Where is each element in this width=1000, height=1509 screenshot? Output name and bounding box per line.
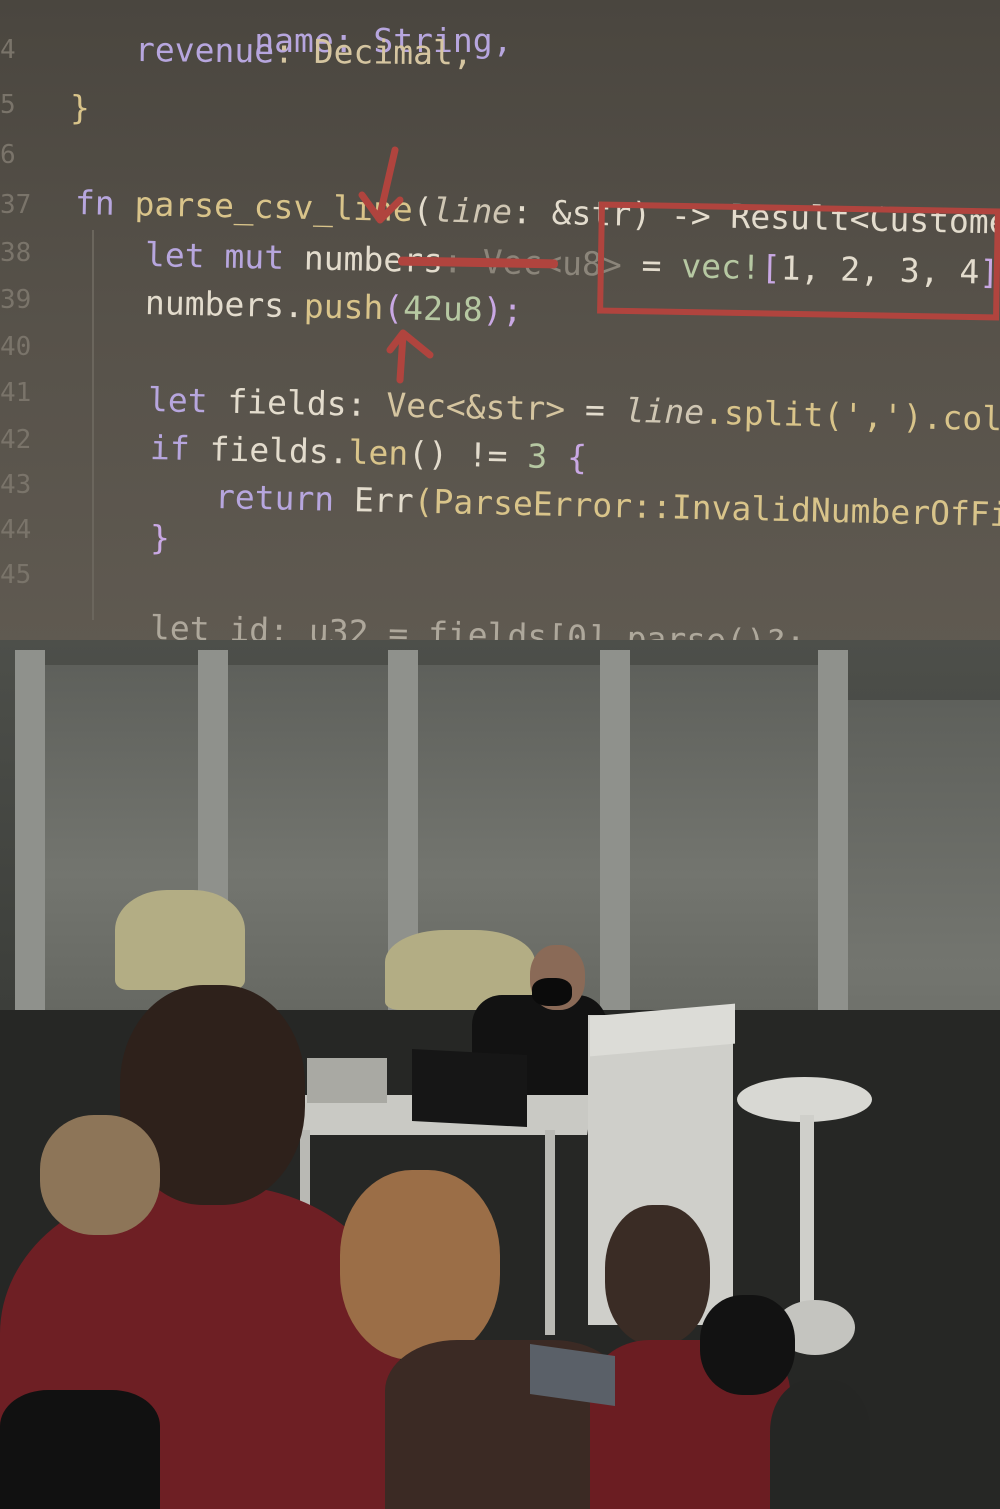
code-token: revenue	[134, 30, 275, 71]
code-token: {	[546, 437, 588, 477]
code-token: if	[149, 428, 191, 468]
code-token: push	[303, 286, 384, 327]
code-token: line	[624, 390, 705, 432]
face-mask	[532, 978, 572, 1006]
audience-member-hair	[700, 1295, 795, 1395]
line-number: 44	[0, 515, 32, 545]
code-token: fields.	[189, 428, 350, 472]
code-token: () !=	[407, 433, 528, 476]
down-arrow-annotation	[358, 146, 404, 224]
audience-jacket	[0, 1390, 160, 1509]
code-line-if: if fields.len() != 3 {	[150, 428, 588, 477]
code-token: }	[150, 518, 170, 557]
code-line-close-struct: }	[70, 88, 90, 127]
line-number: 5	[0, 90, 16, 120]
up-arrow-annotation	[386, 329, 434, 384]
line-number: 43	[0, 470, 32, 500]
code-line-close-if: }	[150, 518, 170, 557]
code-token: Vec<&str>	[385, 385, 566, 429]
line-number: 41	[0, 378, 32, 408]
code-token: : Decimal,	[273, 31, 473, 73]
code-token: let	[147, 380, 209, 421]
line-number: 6	[0, 140, 16, 170]
laptop	[307, 1058, 387, 1103]
line-number: 38	[0, 238, 32, 268]
code-token: let mut	[144, 235, 285, 277]
highlight-box-annotation	[597, 201, 1000, 321]
code-token: (	[382, 287, 404, 328]
editor-indent-guide	[92, 230, 94, 620]
code-token: (	[413, 481, 434, 521]
code-token: len	[348, 432, 409, 473]
code-token: fields:	[207, 381, 387, 425]
lounge-chair	[115, 890, 245, 990]
audience-member-hair	[605, 1205, 710, 1345]
projection-screen: 4 5 6 37 38 39 40 41 42 43 44 45 name: S…	[0, 0, 1000, 735]
code-token: );	[482, 290, 523, 330]
line-number: 45	[0, 560, 32, 590]
code-line-return: return Err(ParseError::InvalidNumberOfFi…	[215, 477, 1000, 535]
code-token: fn	[74, 183, 116, 223]
code-line-push: numbers.push(42u8);	[145, 283, 523, 330]
window-frame	[600, 650, 630, 1050]
code-token: 3	[526, 436, 548, 477]
line-number: 39	[0, 285, 32, 315]
line-number: 4	[0, 35, 16, 65]
window-frame	[15, 650, 45, 1030]
glass-panel	[225, 665, 390, 1015]
line-number: 37	[0, 190, 32, 220]
code-token: 42u8	[402, 288, 484, 330]
audience-member	[770, 1380, 870, 1509]
code-token: .split(',').collec	[703, 392, 1000, 440]
code-token: line	[432, 190, 513, 232]
line-number: 42	[0, 425, 32, 455]
monitor	[412, 1048, 527, 1128]
desk-leg	[300, 1130, 310, 1210]
audience-member-hair	[40, 1115, 160, 1235]
code-token: numbers.	[144, 283, 305, 326]
glass-panel	[625, 665, 825, 1015]
code-token: =	[564, 389, 626, 430]
line-number: 40	[0, 332, 32, 362]
code-token: Err	[333, 479, 415, 521]
code-token: }	[70, 88, 90, 127]
desk-leg	[545, 1130, 555, 1335]
lecture-hall-photo: 4 5 6 37 38 39 40 41 42 43 44 45 name: S…	[0, 0, 1000, 1509]
code-token: return	[214, 477, 335, 519]
code-line-revenue: revenue: Decimal,	[135, 30, 473, 73]
audience-member-hair	[340, 1170, 500, 1360]
code-token: ParseError::InvalidNumberOfFiel	[433, 481, 1000, 535]
